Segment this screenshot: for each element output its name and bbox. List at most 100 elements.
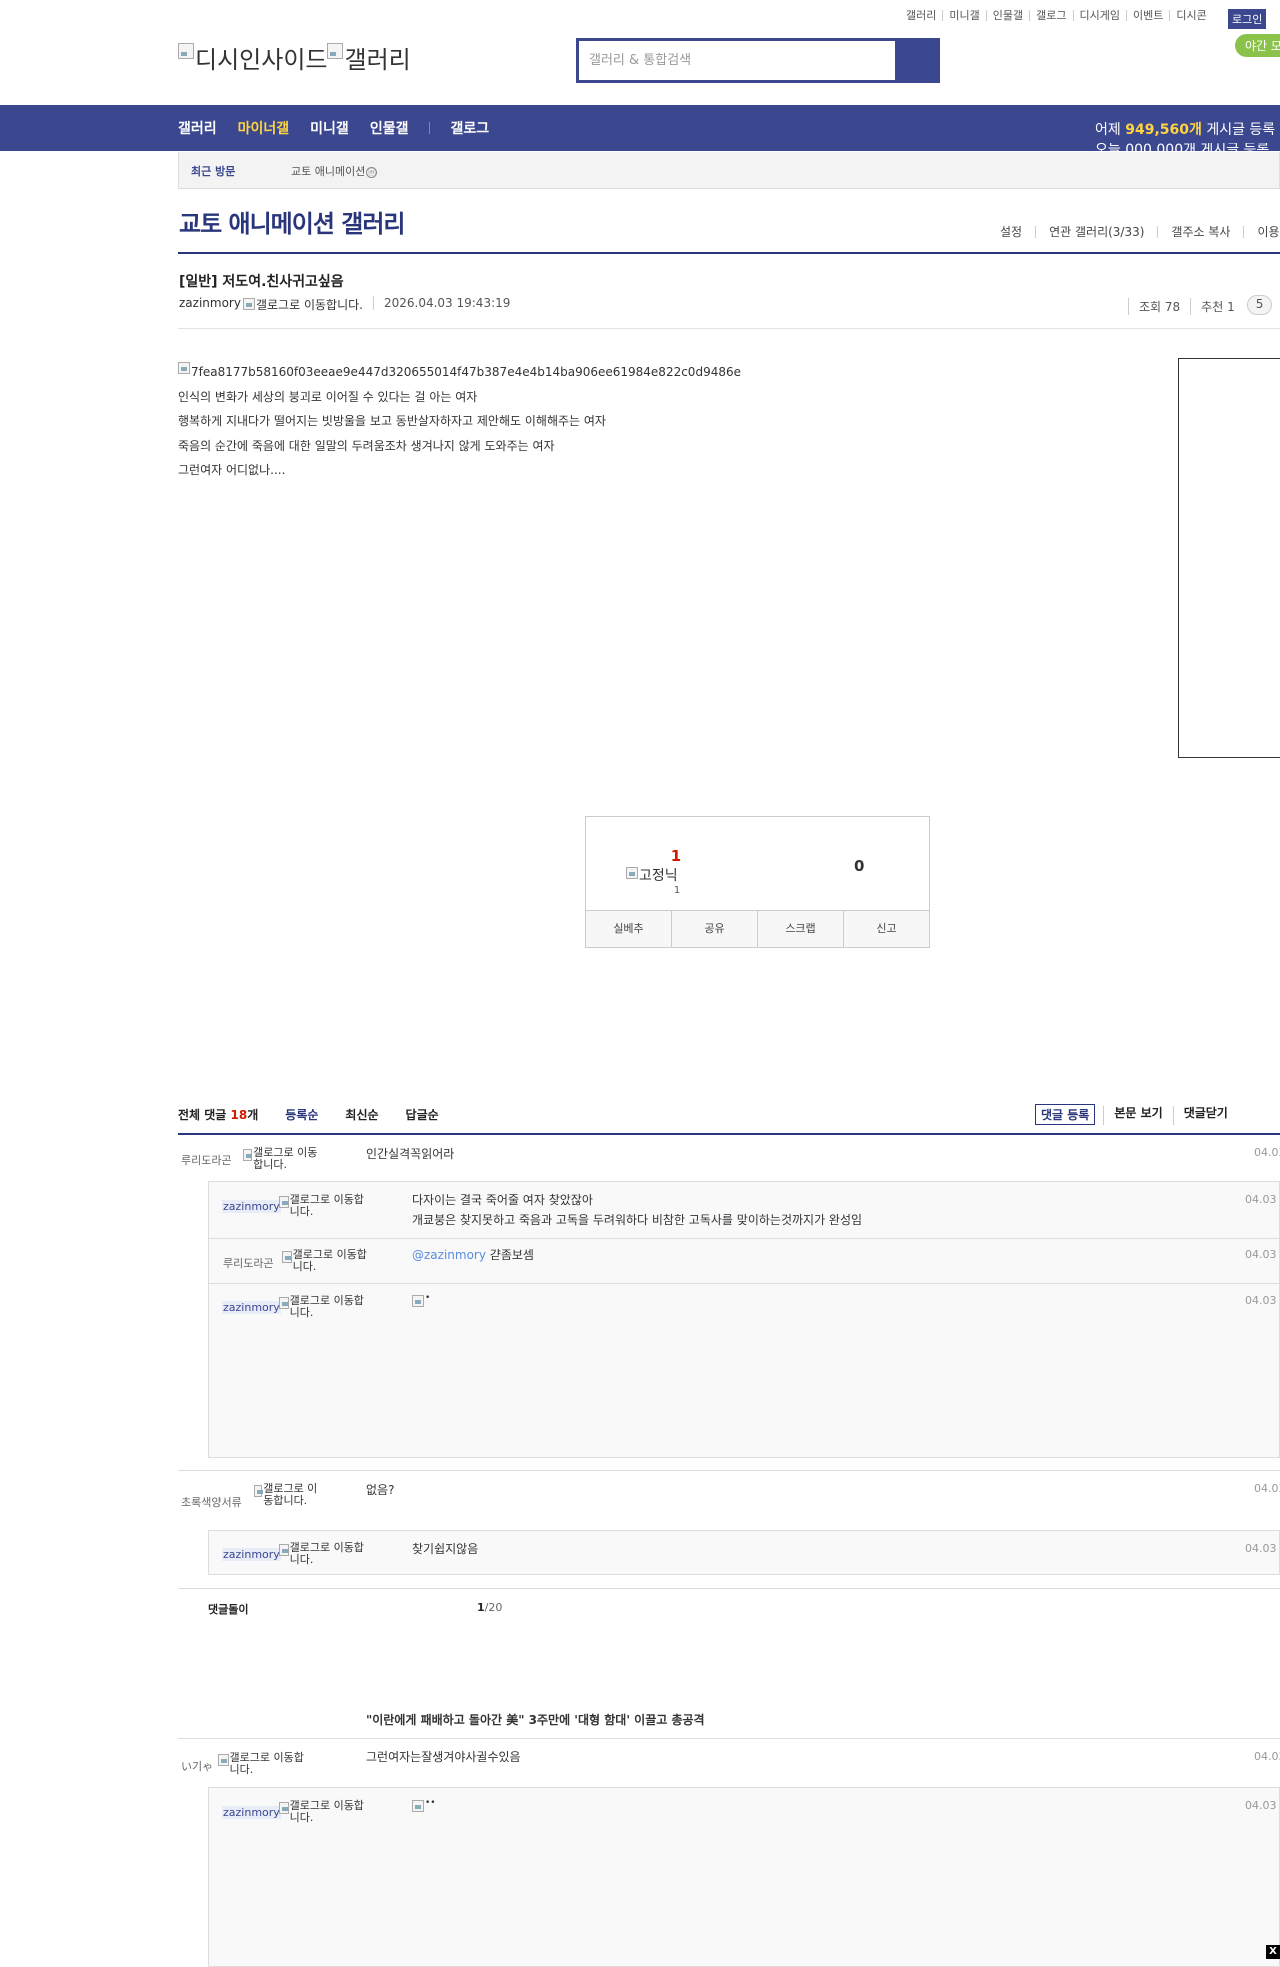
gallog-icon[interactable]: 갤로그로 이동합니다.	[282, 1249, 367, 1273]
comment-text: 없음?	[366, 1483, 395, 1497]
comment: 초록색양서류 갤로그로 이동합니다. 없음? 04.03	[178, 1470, 1280, 1526]
comment-register-button[interactable]: 댓글 등록	[1035, 1104, 1096, 1125]
today-post-count: 오늘 000,000개 게시글 등록	[1095, 143, 1270, 151]
reply-divider	[209, 1283, 1279, 1284]
nav-persongall[interactable]: 인물갤	[370, 118, 409, 138]
comment-actions: 댓글 등록 본문 보기 댓글닫기	[1035, 1104, 1238, 1125]
comment-count-badge[interactable]: 5	[1246, 295, 1273, 315]
reply-group: zazinmory 갤로그로 이동합니다. 다자이는 결국 죽어줄 여자 찾았잖…	[208, 1181, 1280, 1458]
comment-page-number[interactable]: 1/20	[477, 1601, 502, 1614]
gallery-title[interactable]: 교토 애니메이션 갤러리	[179, 204, 406, 239]
site-logo[interactable]: 디시인사이드 갤러리	[178, 40, 411, 75]
gallog-icon[interactable]: 갤로그로 이동합니다.	[243, 1147, 323, 1171]
nav-minigall[interactable]: 미니갤	[310, 118, 349, 138]
util-gallery[interactable]: 갤러리	[900, 10, 942, 21]
comment-nick[interactable]: 루리도라곤	[181, 1152, 232, 1168]
login-button[interactable]: 로그인	[1228, 9, 1267, 29]
gallog-icon[interactable]: 갤로그로 이동합니다.	[254, 1483, 324, 1507]
close-comments-button[interactable]: 댓글닫기	[1172, 1106, 1238, 1125]
reply-nick[interactable]: zazinmory	[222, 1548, 281, 1561]
downvote-count[interactable]: 0	[854, 857, 864, 875]
reply-nick[interactable]: zazinmory	[222, 1301, 281, 1314]
gallog-icon[interactable]: 갤로그로 이동합니다.	[279, 1542, 364, 1566]
post-content: 7fea8177b58160f03eeae9e447d320655014f47b…	[178, 358, 741, 483]
fixed-nick-image: 고정닉	[626, 865, 678, 885]
post-divider	[178, 328, 1280, 329]
reply-time: 04.03 1	[1245, 1294, 1280, 1307]
post-image: 7fea8177b58160f03eeae9e447d320655014f47b…	[178, 360, 741, 385]
comment-time: 04.03	[1254, 1482, 1280, 1495]
post-author[interactable]: zazinmory	[179, 296, 241, 310]
logo-image: 디시인사이드	[178, 40, 327, 75]
gallog-icon[interactable]: 갤로그로 이동합니다.	[218, 1752, 313, 1776]
comment-nick[interactable]: 초록색양서류	[181, 1494, 242, 1510]
broken-image-icon	[243, 1149, 253, 1161]
search-box	[576, 38, 940, 83]
related-galleries[interactable]: 연관 갤러리(3/33)	[1035, 226, 1157, 238]
broken-image-icon	[626, 867, 638, 879]
report-button[interactable]: 신고	[843, 911, 929, 947]
view-post-button[interactable]: 본문 보기	[1103, 1106, 1172, 1125]
sort-registered[interactable]: 등록순	[285, 1106, 318, 1123]
post-line: 인식의 변화가 세상의 붕괴로 이어질 수 있다는 걸 아는 여자	[178, 389, 478, 404]
nav-gallog[interactable]: 갤로그	[450, 118, 489, 138]
share-button[interactable]: 공유	[671, 911, 757, 947]
recent-item[interactable]: 교토 애니메이션 ⓜ	[291, 163, 378, 179]
reply-nick[interactable]: 루리도라곤	[222, 1255, 275, 1271]
broken-image-icon	[282, 1251, 292, 1263]
search-button[interactable]	[895, 41, 937, 80]
broken-image-icon	[412, 1295, 424, 1307]
util-event[interactable]: 이벤트	[1125, 10, 1169, 21]
copy-gallery-url[interactable]: 갤주소 복사	[1157, 226, 1243, 238]
comment-nick[interactable]: い기ゃ	[181, 1758, 213, 1774]
best-recommend-button[interactable]: 실베추	[586, 911, 671, 947]
comment: い기ゃ 갤로그로 이동합니다. 그런여자는잘생겨야사귈수있음 04.03	[178, 1738, 1280, 1784]
util-dccon[interactable]: 디시콘	[1169, 10, 1212, 21]
close-ad-button[interactable]: X	[1266, 1945, 1280, 1959]
comment-text: 인간실격꼭읽어라	[366, 1147, 455, 1161]
broken-image-icon	[178, 43, 194, 59]
ad-banner[interactable]	[1178, 358, 1280, 758]
fixed-nick-count: 1	[673, 885, 681, 896]
night-mode-toggle[interactable]: 야간 모드	[1235, 34, 1280, 57]
reply-image: •	[412, 1293, 430, 1307]
recent-visits: 최근 방문 교토 애니메이션 ⓜ	[178, 152, 1280, 189]
gallog-icon[interactable]: 갤로그로 이동합니다.	[242, 296, 363, 313]
gallog-icon[interactable]: 갤로그로 이동합니다.	[279, 1194, 364, 1218]
reply-group: zazinmory 갤로그로 이동합니다. •• 04.03 1	[208, 1787, 1280, 1967]
sort-latest[interactable]: 최신순	[345, 1106, 378, 1123]
util-gallog[interactable]: 갤로그	[1029, 10, 1072, 21]
post-line: 죽음의 순간에 죽음에 대한 일말의 두려움조차 생겨나지 않게 도와주는 여자	[178, 438, 555, 453]
upvote-count[interactable]: 1	[656, 847, 696, 865]
reply-image: ••	[412, 1798, 436, 1812]
scrap-button[interactable]: 스크랩	[757, 911, 843, 947]
search-input[interactable]	[579, 41, 895, 80]
reply-time: 04.03 1	[1245, 1248, 1280, 1261]
gallery-usage[interactable]: 이용	[1243, 226, 1280, 238]
nav-gallery[interactable]: 갤러리	[178, 118, 217, 138]
gallog-icon[interactable]: 갤로그로 이동합니다.	[279, 1800, 364, 1824]
comment-divider	[178, 1588, 1280, 1589]
main-nav: 갤러리 마이너갤 미니갤 인물갤 갤로그 어제 949,560개 게시글 등록 …	[0, 105, 1280, 151]
broken-image-icon	[327, 43, 344, 59]
sort-replies[interactable]: 답글순	[406, 1106, 439, 1123]
util-minigall[interactable]: 미니갤	[942, 10, 985, 21]
broken-image-icon	[254, 1485, 264, 1497]
reply-nick[interactable]: zazinmory	[222, 1806, 281, 1819]
comment: 루리도라곤 갤로그로 이동합니다. 인간실격꼭읽어라 04.03	[178, 1135, 1280, 1177]
gallog-icon[interactable]: 갤로그로 이동합니다.	[279, 1295, 364, 1319]
news-headline[interactable]: "이란에게 패배하고 돌아간 美" 3주만에 '대형 함대' 이끌고 총공격	[366, 1711, 705, 1728]
reply-mention[interactable]: @zazinmory	[412, 1248, 486, 1262]
gallery-settings[interactable]: 설정	[1000, 226, 1035, 238]
util-persongall[interactable]: 인물갤	[985, 10, 1029, 21]
reply-group: zazinmory 갤로그로 이동합니다. 찾기쉽지않음 04.03 1	[208, 1530, 1280, 1575]
reply-text: 다자이는 결국 죽어줄 여자 찾았잖아 개쿄붕은 찾지못하고 죽음과 고독을 두려…	[412, 1193, 863, 1227]
reply-nick[interactable]: zazinmory	[222, 1200, 281, 1213]
nav-divider	[429, 122, 431, 134]
post-views: 조회 78	[1128, 298, 1190, 315]
util-dcgame[interactable]: 디시게임	[1072, 10, 1126, 21]
nav-minorgall[interactable]: 마이너갤	[238, 118, 290, 138]
util-menu: 갤러리 미니갤 인물갤 갤로그 디시게임 이벤트 디시콘	[900, 10, 1213, 21]
post-stats: 조회 78 추천 1 5	[1128, 295, 1273, 315]
comment-total: 전체 댓글 18개	[178, 1108, 259, 1122]
